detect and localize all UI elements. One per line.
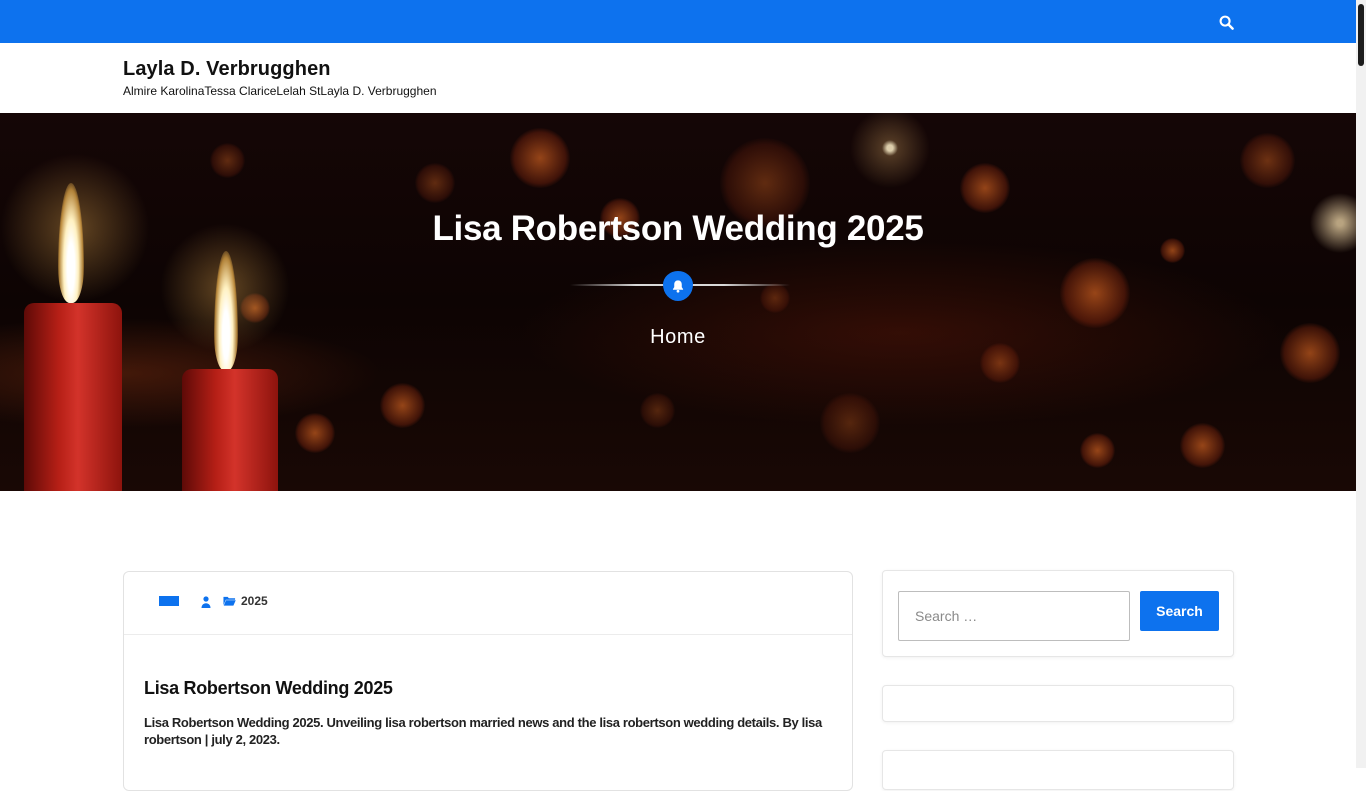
search-button[interactable]: Search <box>1140 591 1219 631</box>
post-title[interactable]: Lisa Robertson Wedding 2025 <box>144 678 393 699</box>
search-widget: Search <box>882 570 1234 657</box>
scrollbar-thumb[interactable] <box>1358 4 1364 66</box>
site-description: Almire KarolinaTessa ClariceLelah StLayl… <box>123 84 437 98</box>
post-card: 2025 Lisa Robertson Wedding 2025 Lisa Ro… <box>123 571 853 791</box>
top-bar <box>0 0 1356 43</box>
header-search-button[interactable] <box>1214 10 1238 34</box>
flag-icon[interactable] <box>159 596 179 606</box>
site-title[interactable]: Layla D. Verbrugghen <box>123 58 331 81</box>
page-scrollbar[interactable] <box>1356 0 1366 768</box>
site-header: Layla D. Verbrugghen Almire KarolinaTess… <box>0 43 1356 113</box>
breadcrumb-home[interactable]: Home <box>0 326 1356 349</box>
title-badge <box>663 271 693 301</box>
bell-icon <box>672 280 684 293</box>
search-input[interactable] <box>898 591 1130 641</box>
folder-icon <box>223 596 236 606</box>
hero-banner: Lisa Robertson Wedding 2025 Home <box>0 113 1356 491</box>
sidebar-widget <box>882 685 1234 722</box>
post-meta: 2025 <box>124 572 852 635</box>
post-excerpt: Lisa Robertson Wedding 2025. Unveiling l… <box>144 715 822 747</box>
search-icon <box>1219 15 1234 30</box>
post-category[interactable]: 2025 <box>241 594 268 608</box>
user-icon[interactable] <box>201 596 211 608</box>
sidebar-widget <box>882 750 1234 790</box>
page-title: Lisa Robertson Wedding 2025 <box>432 209 924 248</box>
